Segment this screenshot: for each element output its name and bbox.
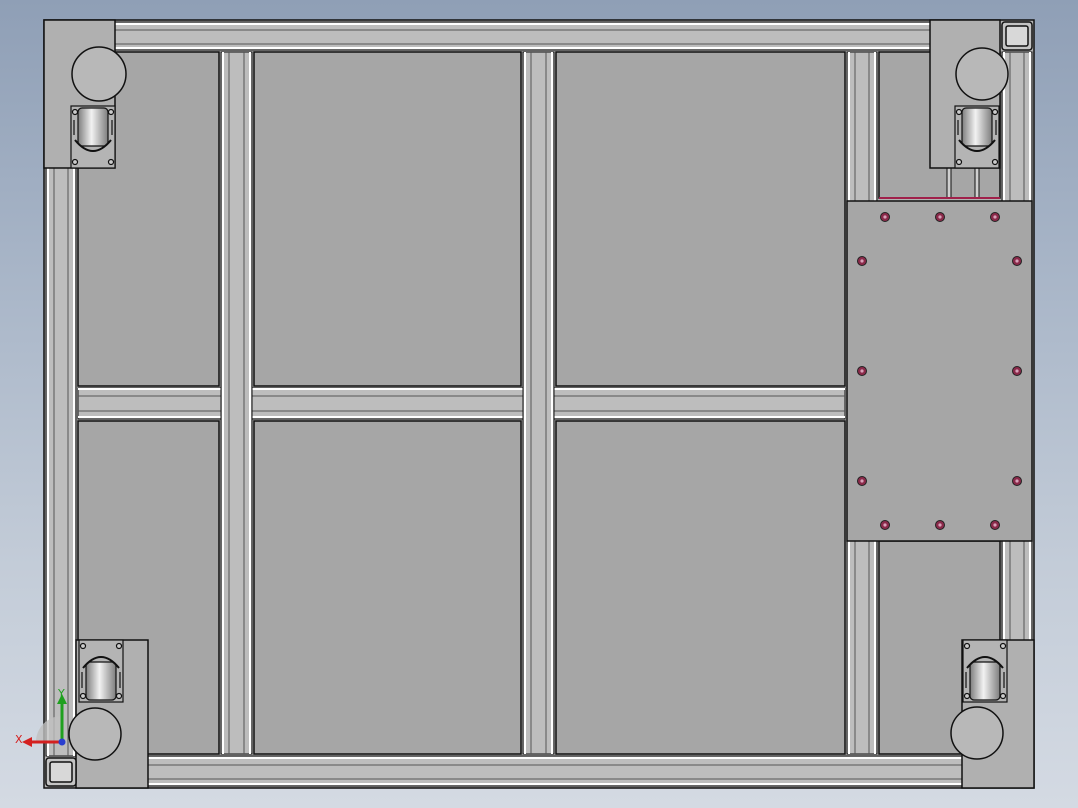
caster-bottom-right [962,639,1008,703]
foot-bottom-right [950,706,1004,760]
caster-top-right [954,105,1000,169]
profile-middle [77,387,846,420]
mounting-plate [846,200,1033,542]
triad-y-label: Y [58,687,65,700]
caster-bottom-left [78,639,124,703]
profile-bottom [147,755,963,787]
foot-top-left [71,46,127,102]
panel [555,51,846,387]
profile-v2 [522,51,555,755]
profile-left [45,167,77,757]
profile-top [114,21,931,51]
reference-triad: Y X [14,684,74,754]
caster-top-left [70,105,116,169]
profile-v1 [220,51,253,755]
panel [253,51,522,387]
triad-x-label: X [15,733,23,746]
foot-top-right [955,47,1009,101]
panel [555,420,846,755]
foot-bottom-left [68,707,122,761]
triad-arrows-icon [22,694,67,747]
panel [253,420,522,755]
cad-graphics-area[interactable]: Y X [0,0,1078,808]
frame-drawing[interactable] [0,0,1078,808]
